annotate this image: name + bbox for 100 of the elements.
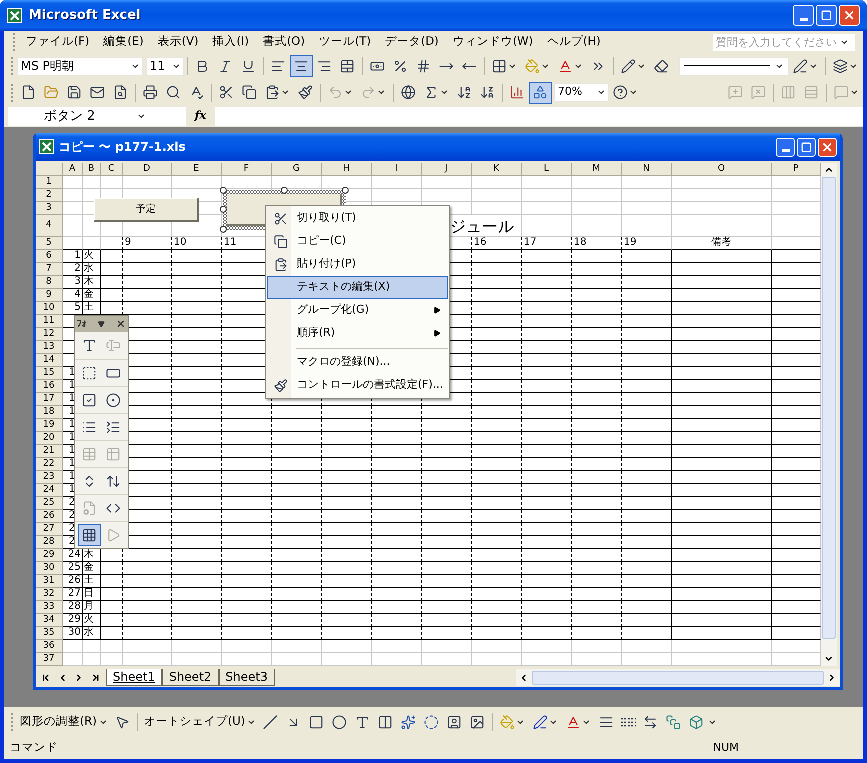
form-button[interactable]: 予定 bbox=[94, 198, 199, 222]
row-header[interactable]: 7 bbox=[36, 263, 63, 276]
column-header[interactable]: L bbox=[522, 163, 572, 176]
row-header[interactable]: 21 bbox=[36, 445, 63, 458]
table-cell: 29 bbox=[63, 614, 83, 627]
column-header[interactable]: G bbox=[272, 163, 322, 176]
font-size-field[interactable]: 11 bbox=[146, 56, 184, 76]
row-header[interactable]: 12 bbox=[36, 328, 63, 341]
table-cell: 水 bbox=[83, 627, 101, 640]
column-header[interactable]: F bbox=[222, 163, 272, 176]
context-menu-item[interactable]: グループ化(G) bbox=[267, 299, 448, 322]
menu-item[interactable]: ウィンドウ(W) bbox=[446, 33, 540, 51]
row-header[interactable]: 9 bbox=[36, 289, 63, 302]
row-header[interactable]: 30 bbox=[36, 562, 63, 575]
table-cell: 10 bbox=[172, 237, 222, 250]
menu-item[interactable]: 挿入(I) bbox=[206, 33, 256, 51]
column-header[interactable]: A bbox=[63, 163, 83, 176]
function-label[interactable]: fx bbox=[195, 108, 206, 125]
menu-item[interactable]: 書式(O) bbox=[256, 33, 312, 51]
table-cell: 水 bbox=[83, 263, 101, 276]
name-box[interactable]: ボタン 2 bbox=[8, 107, 186, 126]
row-header[interactable]: 11 bbox=[36, 315, 63, 328]
column-header[interactable]: M bbox=[572, 163, 622, 176]
column-header[interactable]: I bbox=[372, 163, 422, 176]
row-header[interactable]: 2 bbox=[36, 189, 63, 202]
row-header[interactable]: 3 bbox=[36, 202, 63, 215]
column-header[interactable]: N bbox=[622, 163, 672, 176]
row-header[interactable]: 32 bbox=[36, 588, 63, 601]
row-header[interactable]: 4 bbox=[36, 215, 63, 237]
row-header[interactable]: 36 bbox=[36, 640, 63, 653]
context-menu-item[interactable]: 順序(R) bbox=[267, 322, 448, 345]
context-menu-item[interactable]: コントロールの書式設定(F)... bbox=[267, 374, 448, 397]
column-header[interactable]: K bbox=[472, 163, 522, 176]
table-cell: 30 bbox=[63, 627, 83, 640]
row-header[interactable]: 25 bbox=[36, 497, 63, 510]
sheet-tab[interactable]: Sheet2 bbox=[162, 669, 219, 686]
column-header[interactable]: O bbox=[672, 163, 772, 176]
font-name-field[interactable]: MS P明朝 bbox=[17, 56, 143, 76]
row-header[interactable]: 13 bbox=[36, 341, 63, 354]
menu-item[interactable]: 表示(V) bbox=[150, 33, 206, 51]
table-cell: 9 bbox=[123, 237, 172, 250]
table-cell: 26 bbox=[63, 575, 83, 588]
context-menu-item[interactable]: 貼り付け(P) bbox=[267, 253, 448, 276]
row-header[interactable]: 8 bbox=[36, 276, 63, 289]
row-header[interactable]: 18 bbox=[36, 406, 63, 419]
row-header[interactable]: 20 bbox=[36, 432, 63, 445]
row-header[interactable]: 37 bbox=[36, 653, 63, 666]
table-cell: 1 bbox=[63, 250, 83, 263]
table-cell: 19 bbox=[622, 237, 672, 250]
row-header[interactable]: 27 bbox=[36, 523, 63, 536]
column-header[interactable]: J bbox=[422, 163, 472, 176]
table-cell: 25 bbox=[63, 562, 83, 575]
row-header[interactable]: 5 bbox=[36, 237, 63, 250]
autoshapes-button[interactable]: オートシェイプ(U) bbox=[140, 713, 260, 731]
row-header[interactable]: 24 bbox=[36, 484, 63, 497]
table-cell: 金 bbox=[83, 289, 101, 302]
row-header[interactable]: 6 bbox=[36, 250, 63, 263]
row-header[interactable]: 28 bbox=[36, 536, 63, 549]
row-header[interactable]: 31 bbox=[36, 575, 63, 588]
row-header[interactable]: 17 bbox=[36, 393, 63, 406]
workbook-title: コピー 〜 p177-1.xls bbox=[59, 139, 186, 156]
column-header[interactable]: B bbox=[83, 163, 101, 176]
row-header[interactable]: 22 bbox=[36, 458, 63, 471]
table-cell: 16 bbox=[472, 237, 522, 250]
sheet-tab[interactable]: Sheet1 bbox=[106, 669, 162, 686]
table-cell: 金 bbox=[83, 562, 101, 575]
menu-item[interactable]: データ(D) bbox=[378, 33, 446, 51]
table-cell: 火 bbox=[83, 250, 101, 263]
table-cell: 備考 bbox=[672, 237, 772, 250]
column-header[interactable]: E bbox=[172, 163, 222, 176]
row-header[interactable]: 14 bbox=[36, 354, 63, 367]
table-cell: 土 bbox=[83, 575, 101, 588]
menu-item[interactable]: ヘルプ(H) bbox=[540, 33, 608, 51]
row-header[interactable]: 23 bbox=[36, 471, 63, 484]
row-header[interactable]: 15 bbox=[36, 367, 63, 380]
row-header[interactable]: 33 bbox=[36, 601, 63, 614]
row-header[interactable]: 29 bbox=[36, 549, 63, 562]
num-lock-indicator: NUM bbox=[713, 740, 739, 756]
row-header[interactable]: 35 bbox=[36, 627, 63, 640]
column-header[interactable]: C bbox=[101, 163, 123, 176]
table-cell: 火 bbox=[83, 614, 101, 627]
row-header[interactable]: 19 bbox=[36, 419, 63, 432]
menu-item[interactable]: 編集(E) bbox=[96, 33, 151, 51]
row-header[interactable]: 16 bbox=[36, 380, 63, 393]
row-header[interactable]: 26 bbox=[36, 510, 63, 523]
row-header[interactable]: 10 bbox=[36, 302, 63, 315]
status-text: コマンド bbox=[10, 739, 58, 756]
column-header[interactable]: D bbox=[123, 163, 172, 176]
help-search-field[interactable]: 質問を入力してください bbox=[713, 34, 855, 50]
table-cell: 18 bbox=[572, 237, 622, 250]
sheet-tab[interactable]: Sheet3 bbox=[218, 669, 275, 686]
column-header[interactable]: P bbox=[772, 163, 821, 176]
zoom-field[interactable]: 70% bbox=[554, 83, 609, 102]
row-header[interactable]: 34 bbox=[36, 614, 63, 627]
draw-menu-button[interactable]: 図形の調整(R) bbox=[17, 713, 111, 731]
context-menu-item[interactable]: テキストの編集(X) bbox=[267, 276, 448, 299]
menu-item[interactable]: ツール(T) bbox=[312, 33, 378, 51]
row-header[interactable]: 1 bbox=[36, 176, 63, 189]
column-header[interactable]: H bbox=[322, 163, 372, 176]
menu-item[interactable]: ファイル(F) bbox=[19, 33, 97, 51]
